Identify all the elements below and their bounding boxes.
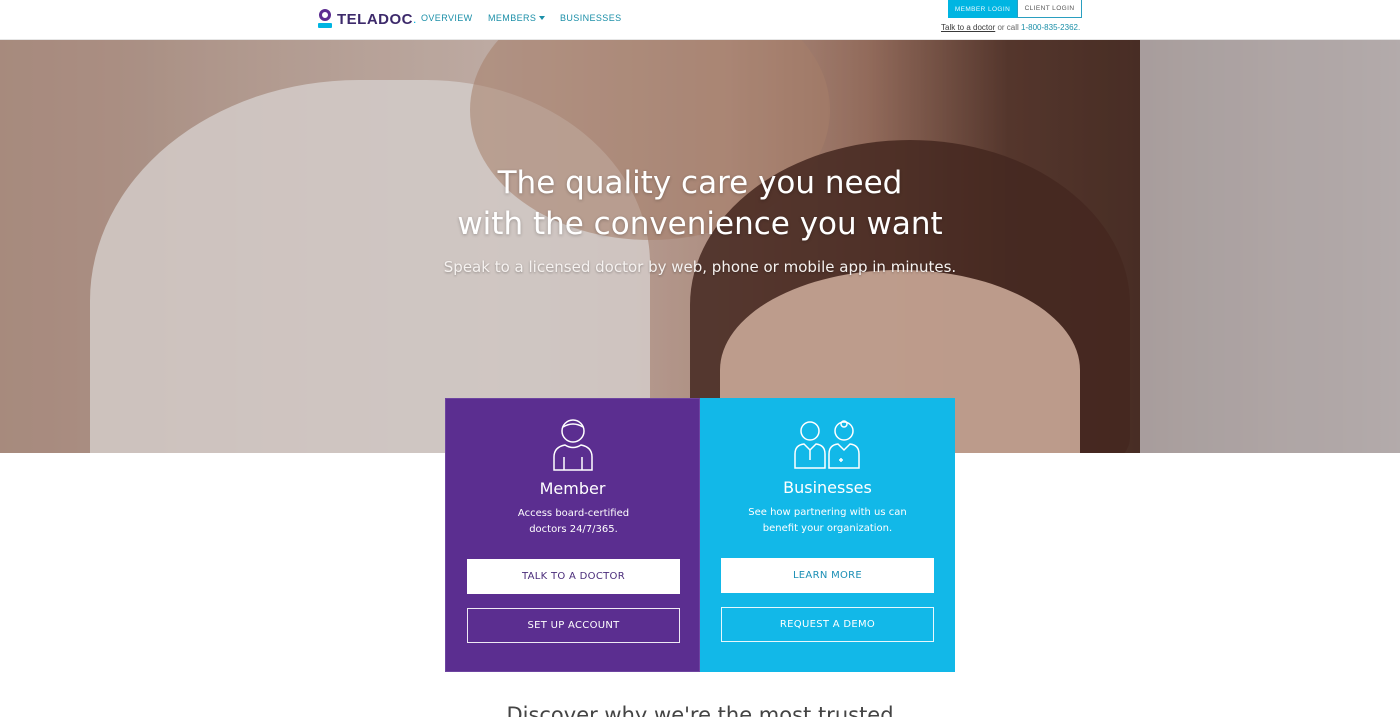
hero-title: The quality care you need with the conve… xyxy=(400,163,1000,245)
doctors-icon xyxy=(700,416,955,472)
learn-more-button[interactable]: LEARN MORE xyxy=(721,558,934,593)
nav-businesses[interactable]: BUSINESSES xyxy=(560,13,622,23)
set-up-account-button[interactable]: SET UP ACCOUNT xyxy=(467,608,680,643)
member-description: Access board-certified doctors 24/7/365. xyxy=(491,506,656,538)
brand-name: TELADOC xyxy=(337,10,413,28)
hero-title-line2: with the convenience you want xyxy=(457,206,943,242)
business-title: Businesses xyxy=(783,478,872,497)
hero-banner: The quality care you need with the conve… xyxy=(0,40,1400,453)
logo-dot: . xyxy=(413,12,417,26)
hero-subtitle: Speak to a licensed doctor by web, phone… xyxy=(443,258,957,276)
member-login-button[interactable]: MEMBER LOGIN xyxy=(948,0,1017,18)
nav-members-label: MEMBERS xyxy=(488,13,537,23)
business-desc-line1: See how partnering with us can xyxy=(748,507,907,518)
request-demo-button[interactable]: REQUEST A DEMO xyxy=(721,607,934,642)
client-login-button[interactable]: CLIENT LOGIN xyxy=(1017,0,1082,18)
member-desc-line2: doctors 24/7/365. xyxy=(529,524,618,535)
login-buttons: MEMBER LOGIN CLIENT LOGIN xyxy=(948,0,1082,18)
contact-line: Talk to a doctor or call 1-800-835-2362. xyxy=(941,23,1080,32)
member-title: Member xyxy=(539,479,606,498)
nav-members[interactable]: MEMBERS xyxy=(488,13,546,23)
section-heading-teaser: Discover why we're the most trusted xyxy=(506,703,894,717)
person-icon xyxy=(446,417,699,473)
hero-title-line1: The quality care you need xyxy=(497,165,903,201)
teladoc-logo[interactable]: TELADOC. xyxy=(317,8,416,30)
talk-to-doctor-link[interactable]: Talk to a doctor xyxy=(941,23,995,32)
chevron-down-icon xyxy=(539,16,546,20)
phone-number[interactable]: 1-800-835-2362. xyxy=(1021,23,1080,32)
site-header: TELADOC. OVERVIEW MEMBERS BUSINESSES MEM… xyxy=(0,0,1400,40)
member-card: Member Access board-certified doctors 24… xyxy=(445,398,700,672)
contact-or-call: or call xyxy=(995,23,1022,32)
nav-overview[interactable]: OVERVIEW xyxy=(421,13,473,23)
business-description: See how partnering with us can benefit y… xyxy=(735,505,920,537)
talk-to-doctor-button[interactable]: TALK TO A DOCTOR xyxy=(467,559,680,594)
logo-mark-icon xyxy=(317,9,333,29)
business-desc-line2: benefit your organization. xyxy=(762,523,893,534)
business-card: Businesses See how partnering with us ca… xyxy=(700,398,955,672)
member-desc-line1: Access board-certified xyxy=(517,508,630,519)
